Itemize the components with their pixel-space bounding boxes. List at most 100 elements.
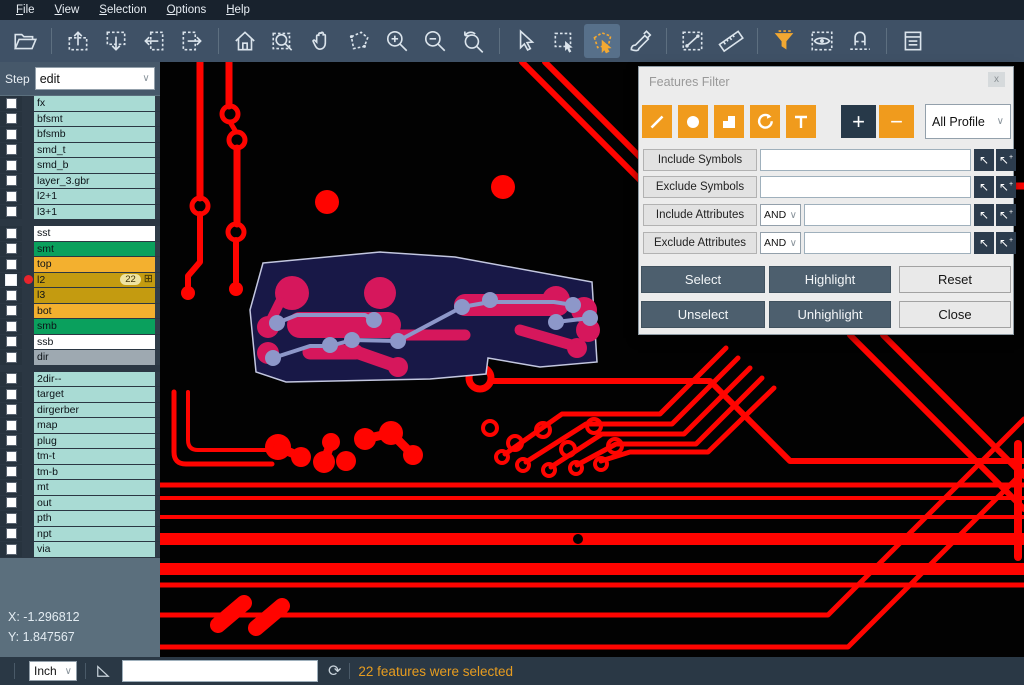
layer-row-top[interactable]: top xyxy=(0,257,160,273)
layer-checkbox[interactable] xyxy=(6,305,17,316)
and-or-select[interactable]: AND∨ xyxy=(760,232,801,254)
layer-name-cell[interactable]: l2+1 xyxy=(34,189,155,204)
layer-name-cell[interactable]: out xyxy=(34,496,155,511)
layer-checkbox[interactable] xyxy=(6,336,17,347)
layer-row-l2+1[interactable]: l2+1 xyxy=(0,189,160,205)
reset-button[interactable]: Reset xyxy=(899,266,1011,293)
highlight-button[interactable]: Highlight xyxy=(769,266,891,293)
layer-name-cell[interactable]: smt xyxy=(34,242,155,257)
profile-select[interactable]: All Profile ∨ xyxy=(925,104,1011,139)
layer-name-cell[interactable]: ssb xyxy=(34,335,155,350)
layer-name-cell[interactable]: bfsmt xyxy=(34,112,155,127)
layer-grid-icon[interactable]: ⊞ xyxy=(144,274,153,285)
layer-name-cell[interactable]: mt xyxy=(34,480,155,495)
zoom-area-button[interactable] xyxy=(265,24,301,58)
and-or-select[interactable]: AND∨ xyxy=(760,204,801,226)
layer-name-cell[interactable]: smb xyxy=(34,319,155,334)
zoom-in-button[interactable] xyxy=(379,24,415,58)
pick-add-from-canvas-button[interactable]: ↖+ xyxy=(996,149,1016,171)
layer-checkbox[interactable] xyxy=(6,352,17,363)
zoom-out-button[interactable] xyxy=(417,24,453,58)
layer-checkbox[interactable] xyxy=(6,144,17,155)
layer-checkbox[interactable] xyxy=(6,98,17,109)
menu-item-help[interactable]: Help xyxy=(216,2,260,18)
layer-checkbox[interactable] xyxy=(6,206,17,217)
layer-row-smt[interactable]: smt xyxy=(0,242,160,258)
layer-row-layer_3.gbr[interactable]: layer_3.gbr xyxy=(0,174,160,190)
unhighlight-button[interactable]: Unhighlight xyxy=(769,301,891,328)
feature-type-text-button[interactable] xyxy=(786,105,816,138)
pick-from-canvas-button[interactable]: ↖ xyxy=(974,176,994,198)
feature-type-line-button[interactable] xyxy=(642,105,672,138)
layer-row-smd_b[interactable]: smd_b xyxy=(0,158,160,174)
select-arrow-button[interactable] xyxy=(508,24,544,58)
layer-checkbox[interactable] xyxy=(6,528,17,539)
pick-from-canvas-button[interactable]: ↖ xyxy=(974,149,994,171)
layer-row-mt[interactable]: mt xyxy=(0,480,160,496)
layer-row-sst[interactable]: sst xyxy=(0,226,160,242)
layer-row-ssb[interactable]: ssb xyxy=(0,335,160,351)
feature-type-surface-button[interactable] xyxy=(714,105,744,138)
layer-row-smd_t[interactable]: smd_t xyxy=(0,143,160,159)
layer-name-cell[interactable]: via xyxy=(34,542,155,557)
layer-checkbox[interactable] xyxy=(6,513,17,524)
layer-row-pth[interactable]: pth xyxy=(0,511,160,527)
select-rectangle-button[interactable] xyxy=(546,24,582,58)
layer-row-tm-t[interactable]: tm-t xyxy=(0,449,160,465)
pan-hand-button[interactable] xyxy=(303,24,339,58)
layer-name-cell[interactable]: npt xyxy=(34,527,155,542)
refresh-icon[interactable]: ⟳ xyxy=(328,661,341,681)
layer-name-cell[interactable]: target xyxy=(34,387,155,402)
pick-add-from-canvas-button[interactable]: ↖+ xyxy=(996,204,1016,226)
layer-row-map[interactable]: map xyxy=(0,418,160,434)
layer-checkbox[interactable] xyxy=(6,113,17,124)
layer-row-l3+1[interactable]: l3+1 xyxy=(0,205,160,221)
close-button[interactable]: Close xyxy=(899,301,1011,328)
layer-name-cell[interactable]: dirgerber xyxy=(34,403,155,418)
layer-checkbox[interactable] xyxy=(6,482,17,493)
layer-name-cell[interactable]: tm-t xyxy=(34,449,155,464)
layer-checkbox[interactable] xyxy=(6,420,17,431)
filter-funnel-button[interactable] xyxy=(766,24,802,58)
pan-up-button[interactable] xyxy=(60,24,96,58)
layer-row-target[interactable]: target xyxy=(0,387,160,403)
menu-item-file[interactable]: File xyxy=(6,2,45,18)
layer-name-cell[interactable]: pth xyxy=(34,511,155,526)
layer-checkbox[interactable] xyxy=(6,160,17,171)
layer-name-cell[interactable]: sst xyxy=(34,226,155,241)
filter-row-label-button[interactable]: Exclude Symbols xyxy=(643,176,757,198)
layer-row-plug[interactable]: plug xyxy=(0,434,160,450)
pick-add-from-canvas-button[interactable]: ↖+ xyxy=(996,232,1016,254)
layer-checkbox[interactable] xyxy=(6,435,17,446)
menu-item-view[interactable]: View xyxy=(45,2,90,18)
layer-name-cell[interactable]: l3 xyxy=(34,288,155,303)
layer-row-bfsmt[interactable]: bfsmt xyxy=(0,112,160,128)
open-folder-button[interactable] xyxy=(7,24,43,58)
selection-polygon[interactable] xyxy=(250,252,600,382)
layer-checkbox[interactable] xyxy=(6,497,17,508)
layer-checkbox[interactable] xyxy=(6,321,17,332)
layer-name-cell[interactable]: top xyxy=(34,257,155,272)
layer-name-cell[interactable]: smd_b xyxy=(34,158,155,173)
layer-checkbox[interactable] xyxy=(6,175,17,186)
layer-checkbox[interactable] xyxy=(6,373,17,384)
pick-add-from-canvas-button[interactable]: ↖+ xyxy=(996,176,1016,198)
layer-name-cell[interactable]: plug xyxy=(34,434,155,449)
layer-name-cell[interactable]: bfsmb xyxy=(34,127,155,142)
layer-checkbox[interactable] xyxy=(6,451,17,462)
layer-row-bot[interactable]: bot xyxy=(0,304,160,320)
command-input[interactable] xyxy=(122,660,318,682)
unit-select[interactable]: Inch ∨ xyxy=(29,661,77,681)
layer-checkbox[interactable] xyxy=(6,243,17,254)
unselect-button[interactable]: Unselect xyxy=(641,301,765,328)
layer-checkbox[interactable] xyxy=(6,544,17,555)
layer-name-cell[interactable]: smd_t xyxy=(34,143,155,158)
layer-row-2dir--[interactable]: 2dir-- xyxy=(0,372,160,388)
layer-row-npt[interactable]: npt xyxy=(0,527,160,543)
pick-from-canvas-button[interactable]: ↖ xyxy=(974,204,994,226)
layer-checkbox[interactable] xyxy=(6,404,17,415)
menu-item-selection[interactable]: Selection xyxy=(89,2,156,18)
layer-row-smb[interactable]: smb xyxy=(0,319,160,335)
add-filter-button[interactable]: + xyxy=(841,105,876,138)
select-polygon-button[interactable] xyxy=(584,24,620,58)
